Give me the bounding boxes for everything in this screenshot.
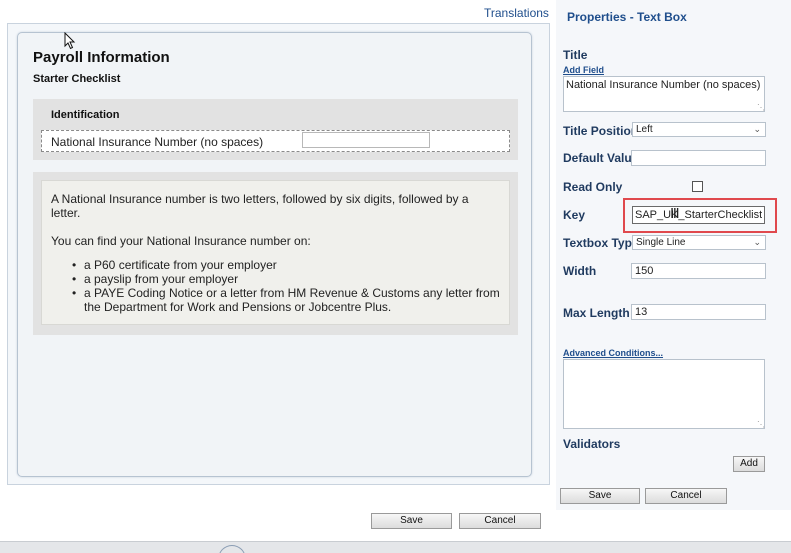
bottom-status-bar <box>0 541 791 553</box>
textbox-type-select[interactable]: Single Line ⌄ <box>632 235 766 250</box>
form-cancel-button[interactable]: Cancel <box>459 513 541 529</box>
textbox-type-value: Single Line <box>636 237 686 248</box>
list-item: a P60 certificate from your employer <box>70 258 510 272</box>
ni-number-input[interactable] <box>302 132 430 148</box>
title-position-value: Left <box>636 124 653 135</box>
key-field[interactable] <box>632 206 765 224</box>
info-paragraph-2: You can find your National Insurance num… <box>51 234 311 248</box>
resize-grip-icon[interactable]: ⋱ <box>757 104 765 112</box>
advanced-conditions-textarea[interactable] <box>563 359 765 429</box>
textbox-type-label: Textbox Type <box>563 236 639 250</box>
chevron-down-icon: ⌄ <box>753 124 761 134</box>
read-only-checkbox[interactable] <box>692 181 703 192</box>
form-save-button[interactable]: Save <box>371 513 452 529</box>
default-value-label: Default Value <box>563 151 639 165</box>
properties-title: Properties - Text Box <box>567 10 687 24</box>
add-field-link[interactable]: Add Field <box>563 65 604 75</box>
ni-number-label: National Insurance Number (no spaces) <box>51 135 264 149</box>
width-label: Width <box>563 264 597 278</box>
add-validator-button[interactable]: Add <box>733 456 765 472</box>
title-position-label: Title Position <box>563 124 639 138</box>
form-title: Payroll Information <box>33 49 170 66</box>
chevron-down-icon: ⌄ <box>753 237 761 247</box>
properties-cancel-button[interactable]: Cancel <box>645 488 727 504</box>
translations-link[interactable]: Translations <box>484 6 549 20</box>
arrow-cursor-icon <box>64 32 76 50</box>
max-length-field[interactable] <box>631 304 766 320</box>
key-label: Key <box>563 208 586 222</box>
title-position-select[interactable]: Left ⌄ <box>632 122 766 137</box>
validators-label: Validators <box>563 437 621 451</box>
width-field[interactable] <box>631 263 766 279</box>
read-only-label: Read Only <box>563 180 623 194</box>
list-item: a PAYE Coding Notice or a letter from HM… <box>70 286 510 314</box>
advanced-conditions-link[interactable]: Advanced Conditions... <box>563 348 663 358</box>
title-textarea[interactable]: National Insurance Number (no spaces) <box>563 76 765 112</box>
max-length-label: Max Length <box>563 306 630 320</box>
list-item: a payslip from your employer <box>70 272 510 286</box>
title-label: Title <box>563 48 588 62</box>
info-paragraph-1: A National Insurance number is two lette… <box>51 192 469 220</box>
info-bullet-list: a P60 certificate from your employer a p… <box>70 258 510 314</box>
identification-header: Identification <box>51 109 120 121</box>
resize-grip-icon[interactable]: ⋱ <box>757 421 765 429</box>
form-subtitle: Starter Checklist <box>33 73 121 85</box>
i-beam-cursor-icon: Ⅲ <box>670 205 680 221</box>
properties-save-button[interactable]: Save <box>560 488 640 504</box>
default-value-field[interactable] <box>631 150 766 166</box>
